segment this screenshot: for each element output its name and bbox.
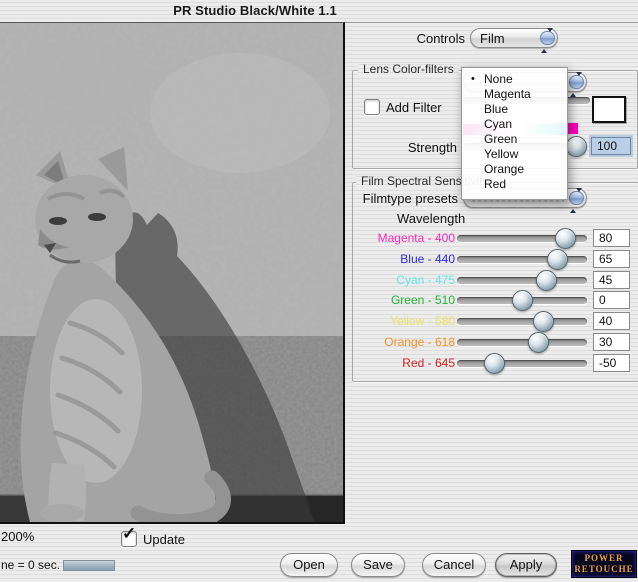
wavelength-slider-knob[interactable]: [533, 311, 554, 332]
wavelength-slider-row: Magenta - 400 80: [352, 228, 636, 249]
lens-color-filters-group-label: Lens Color-filters: [358, 63, 459, 76]
wavelength-label: Wavelength: [397, 211, 465, 226]
wavelength-row-label: Red - 645: [352, 356, 455, 370]
wavelength-value-field[interactable]: 45: [593, 271, 630, 289]
wavelength-slider-row: Yellow - 580 40: [352, 311, 636, 332]
wavelength-row-label: Magenta - 400: [352, 231, 455, 245]
image-preview: [0, 22, 345, 524]
filter-menu-item-cyan[interactable]: Cyan: [462, 117, 567, 132]
progress-bar: [63, 560, 115, 571]
wavelength-slider-track[interactable]: [457, 360, 587, 367]
cancel-button[interactable]: Cancel: [422, 553, 486, 577]
filter-menu-item-green[interactable]: Green: [462, 132, 567, 147]
wavelength-slider-knob[interactable]: [536, 270, 557, 291]
apply-button[interactable]: Apply: [495, 553, 557, 577]
add-filter-label: Add Filter: [386, 100, 442, 115]
wavelength-slider-track[interactable]: [457, 277, 587, 284]
logo-line1: POWER: [572, 553, 636, 564]
update-label: Update: [143, 532, 185, 547]
wavelength-slider-track[interactable]: [457, 318, 587, 325]
wavelength-slider-track[interactable]: [457, 339, 587, 346]
wavelength-row-label: Yellow - 580: [352, 314, 455, 328]
wavelength-value-field[interactable]: 0: [593, 291, 630, 309]
title-bar: PR Studio Black/White 1.1: [0, 0, 638, 23]
wavelength-slider-row: Red - 645 -50: [352, 353, 636, 374]
strength-slider-knob[interactable]: [566, 136, 587, 157]
filter-menu-item-magenta[interactable]: Magenta: [462, 87, 567, 102]
wavelength-row-label: Orange - 618: [352, 335, 455, 349]
zoom-level-label: 200%: [1, 529, 34, 544]
wavelength-slider-knob[interactable]: [547, 249, 568, 270]
filter-menu-item-orange[interactable]: Orange: [462, 162, 567, 177]
controls-select-value: Film: [480, 31, 505, 46]
wavelength-slider-knob[interactable]: [484, 353, 505, 374]
wavelength-slider-row: Cyan - 475 45: [352, 270, 636, 291]
filter-menu-item-none[interactable]: •None: [462, 72, 567, 87]
wavelength-slider-row: Orange - 618 30: [352, 332, 636, 353]
popup-arrows-icon: [569, 191, 584, 205]
filmtype-presets-label: Filmtype presets: [358, 191, 458, 206]
lens-filter-menu: •NoneMagentaBlueCyanGreenYellowOrangeRed: [461, 67, 568, 200]
wavelength-value-field[interactable]: -50: [593, 354, 630, 372]
wavelength-value-field[interactable]: 80: [593, 229, 630, 247]
logo-line2: RETOUCHE: [572, 564, 636, 575]
save-button[interactable]: Save: [351, 553, 405, 577]
wavelength-value-field[interactable]: 65: [593, 250, 630, 268]
filter-menu-item-red[interactable]: Red: [462, 177, 567, 192]
wavelength-slider-knob[interactable]: [528, 332, 549, 353]
wavelength-row-label: Cyan - 475: [352, 273, 455, 287]
power-retouche-logo: POWER RETOUCHE: [571, 550, 637, 578]
wavelength-row-label: Blue - 440: [352, 252, 455, 266]
cat-photo-illustration: [0, 23, 343, 522]
wavelength-slider-row: Green - 510 0: [352, 290, 636, 311]
add-filter-checkbox[interactable]: ✓: [364, 99, 380, 115]
wavelength-value-field[interactable]: 30: [593, 333, 630, 351]
filter-menu-item-blue[interactable]: Blue: [462, 102, 567, 117]
selected-item-marker-icon: •: [471, 72, 475, 87]
controls-label: Controls: [385, 31, 465, 46]
plugin-window: PR Studio Black/White 1.1: [0, 0, 638, 582]
strength-label: Strength: [377, 140, 457, 155]
popup-arrows-icon: [540, 31, 555, 45]
update-checkbox[interactable]: ✓: [121, 531, 137, 547]
controls-select[interactable]: Film: [470, 28, 558, 48]
filter-color-swatch[interactable]: [592, 96, 626, 123]
wavelength-slider-row: Blue - 440 65: [352, 249, 636, 270]
wavelength-slider-knob[interactable]: [512, 290, 533, 311]
wavelength-value-field[interactable]: 40: [593, 312, 630, 330]
strength-value-field[interactable]: 100: [591, 137, 631, 155]
filter-menu-item-yellow[interactable]: Yellow: [462, 147, 567, 162]
popup-arrows-icon: [569, 75, 584, 89]
checkmark-icon: ✓: [122, 524, 136, 544]
wavelength-slider-knob[interactable]: [555, 228, 576, 249]
wavelength-row-label: Green - 510: [352, 293, 455, 307]
render-time-label: ne = 0 sec.: [1, 558, 60, 572]
open-button[interactable]: Open: [280, 553, 338, 577]
window-title: PR Studio Black/White 1.1: [115, 3, 395, 18]
